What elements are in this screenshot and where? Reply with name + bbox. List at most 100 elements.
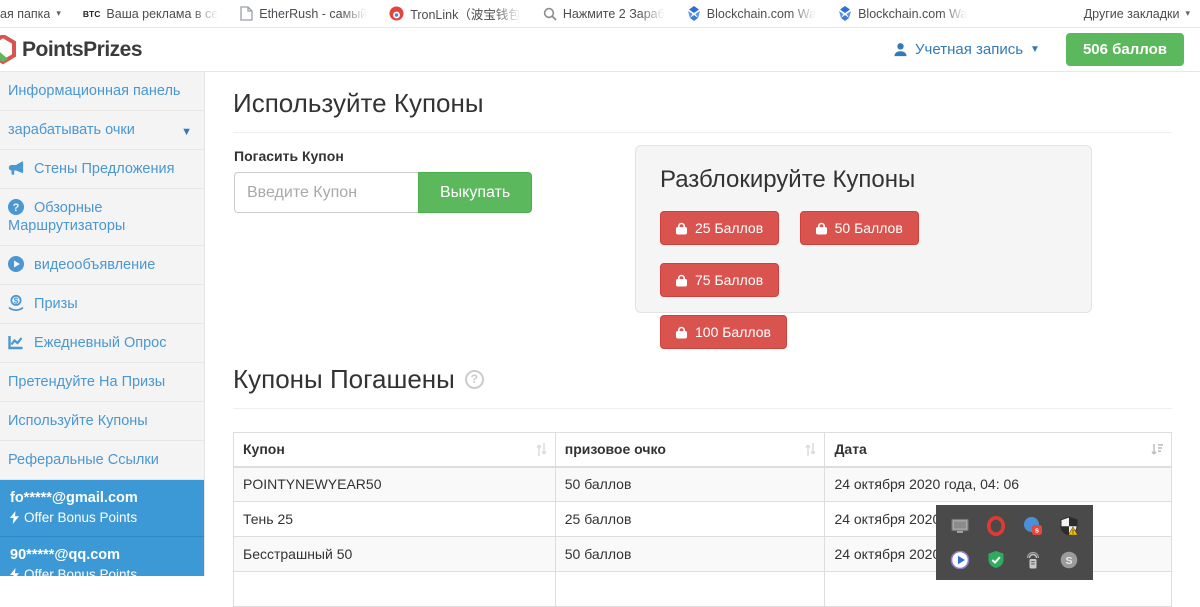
redeemed-coupons-title: Купоны Погашены — [233, 364, 455, 395]
opera-icon[interactable] — [986, 516, 1006, 536]
cell-points — [555, 572, 825, 607]
shadowsocks-icon[interactable]: s — [1023, 516, 1043, 536]
column-header-points[interactable]: призовое очко — [555, 433, 825, 467]
coupon-input[interactable] — [234, 172, 418, 213]
referral-action: Offer Bonus Points — [24, 565, 137, 576]
coin-dollar-icon: $ — [8, 295, 24, 311]
cell-date: 24 октября 2020 года, 04: 06 — [825, 467, 1172, 502]
referral-account-1[interactable]: fo*****@gmail.com Offer Bonus Points — [0, 480, 204, 537]
referral-email: 90*****@qq.com — [10, 546, 194, 565]
sidebar-item-prizes[interactable]: $ Призы — [0, 285, 204, 324]
unlock-50-button[interactable]: 50 Баллов — [800, 211, 919, 245]
unlock-coupons-panel: Разблокируйте Купоны 25 Баллов 50 Баллов… — [635, 145, 1092, 313]
play-circle-icon — [8, 256, 24, 272]
cell-points: 25 баллов — [555, 502, 825, 537]
cell-coupon — [234, 572, 556, 607]
chevron-down-icon: ▼ — [181, 123, 192, 141]
skype-icon[interactable]: S — [1059, 550, 1079, 570]
blockchain-favicon — [687, 6, 701, 21]
unlock-25-button[interactable]: 25 Баллов — [660, 211, 779, 245]
sidebar-item-offer-walls[interactable]: Стены Предложения — [0, 150, 204, 189]
help-icon[interactable]: ? — [465, 370, 484, 389]
question-circle-icon: ? — [8, 199, 24, 215]
bookmark-item[interactable]: Нажмите 2 Зараб — [543, 7, 665, 21]
chevron-down-icon: ▾ — [1185, 8, 1190, 19]
other-bookmarks-button[interactable]: Другие закладки ▾ — [1084, 7, 1190, 21]
svg-text:?: ? — [13, 202, 20, 214]
sidebar-item-daily-poll[interactable]: Ежедневный Опрос — [0, 324, 204, 363]
lock-icon — [676, 222, 687, 235]
cell-coupon: POINTYNEWYEAR50 — [234, 467, 556, 502]
bookmark-label: ая папка — [0, 7, 50, 21]
page-icon — [240, 6, 253, 21]
column-header-coupon[interactable]: Купон — [234, 433, 556, 467]
media-player-icon[interactable] — [950, 550, 970, 570]
sidebar-item-earn-points[interactable]: зарабатывать очки ▼ — [0, 111, 204, 150]
bookmark-label: Ваша реклама в се — [106, 7, 218, 21]
sort-desc-icon — [1150, 443, 1163, 456]
sidebar-nav: Информационная панель зарабатывать очки … — [0, 72, 205, 576]
system-tray-popup: s ! S — [936, 505, 1093, 580]
redeem-coupon-form: Погасить Купон Выкупать — [234, 148, 532, 213]
display-icon[interactable] — [950, 516, 970, 536]
redeem-coupon-label: Погасить Купон — [234, 148, 532, 164]
bookmark-label: Blockchain.com Wa — [707, 7, 816, 21]
referral-action: Offer Bonus Points — [24, 508, 137, 527]
unlock-75-button[interactable]: 75 Баллов — [660, 263, 779, 297]
sort-icon — [536, 443, 547, 456]
bookmark-item[interactable]: Blockchain.com Wa — [838, 6, 967, 21]
dongle-icon[interactable] — [1023, 550, 1043, 570]
sidebar-item-survey-routers[interactable]: ? Обзорные Маршрутизаторы — [0, 189, 204, 246]
account-label: Учетная запись — [915, 41, 1023, 58]
page-title: Используйте Купоны — [233, 88, 1172, 119]
defender-warning-icon[interactable]: ! — [1059, 516, 1079, 536]
sidebar-item-use-coupons[interactable]: Используйте Купоны — [0, 402, 204, 441]
cell-coupon: Бесстрашный 50 — [234, 537, 556, 572]
sidebar-item-dashboard[interactable]: Информационная панель — [0, 72, 204, 111]
bookmark-label: EtherRush - самый — [259, 7, 367, 21]
blockchain-favicon — [838, 6, 852, 21]
shield-check-icon[interactable] — [986, 550, 1006, 570]
bookmark-label: Blockchain.com Wa — [858, 7, 967, 21]
bookmark-label: Нажмите 2 Зараб — [563, 7, 665, 21]
svg-text:$: $ — [14, 297, 19, 306]
account-menu[interactable]: Учетная запись ▼ — [893, 41, 1040, 58]
bookmark-folder[interactable]: ая папка ▾ — [0, 7, 61, 21]
sidebar-item-referral-links[interactable]: Реферальные Ссылки — [0, 441, 204, 480]
person-icon — [893, 42, 908, 57]
points-balance-badge[interactable]: 506 баллов — [1066, 33, 1184, 66]
chevron-down-icon: ▾ — [56, 8, 61, 19]
lock-icon — [816, 222, 827, 235]
tronlink-favicon — [389, 6, 404, 21]
cell-points: 50 баллов — [555, 537, 825, 572]
column-header-date[interactable]: Дата — [825, 433, 1172, 467]
unlock-coupons-title: Разблокируйте Купоны — [660, 166, 1067, 194]
brand-logo[interactable]: PointsPrizes — [0, 35, 142, 65]
lightning-icon — [10, 568, 19, 576]
sidebar-item-claim-prizes[interactable]: Претендуйте На Призы — [0, 363, 204, 402]
bookmark-item[interactable]: EtherRush - самый — [240, 6, 367, 21]
divider — [233, 132, 1172, 133]
btc-favicon: BTC — [83, 9, 100, 19]
svg-text:!: ! — [1072, 530, 1074, 536]
sidebar-item-video-ads[interactable]: видеообъявление — [0, 246, 204, 285]
lightning-icon — [10, 511, 19, 524]
svg-text:s: s — [1035, 526, 1039, 535]
search-icon — [543, 7, 557, 21]
browser-bookmarks-bar: ая папка ▾ BTC Ваша реклама в се EtherRu… — [0, 0, 1200, 28]
referral-account-2[interactable]: 90*****@qq.com Offer Bonus Points — [0, 537, 204, 576]
table-row: POINTYNEWYEAR50 50 баллов 24 октября 202… — [234, 467, 1172, 502]
svg-text:S: S — [1065, 555, 1072, 567]
cell-coupon: Тень 25 — [234, 502, 556, 537]
other-bookmarks-label: Другие закладки — [1084, 7, 1180, 21]
redeem-button[interactable]: Выкупать — [418, 172, 532, 213]
bookmark-label: TronLink（波宝钱包 — [410, 4, 521, 23]
site-header: PointsPrizes Учетная запись ▼ 506 баллов — [0, 28, 1200, 72]
chevron-down-icon: ▼ — [1030, 44, 1040, 55]
unlock-100-button[interactable]: 100 Баллов — [660, 315, 787, 349]
bookmark-item[interactable]: BTC Ваша реклама в се — [83, 7, 218, 21]
brand-name: PointsPrizes — [22, 38, 142, 62]
bookmark-item[interactable]: Blockchain.com Wa — [687, 6, 816, 21]
referral-email: fo*****@gmail.com — [10, 489, 194, 508]
bookmark-item[interactable]: TronLink（波宝钱包 — [389, 4, 521, 23]
